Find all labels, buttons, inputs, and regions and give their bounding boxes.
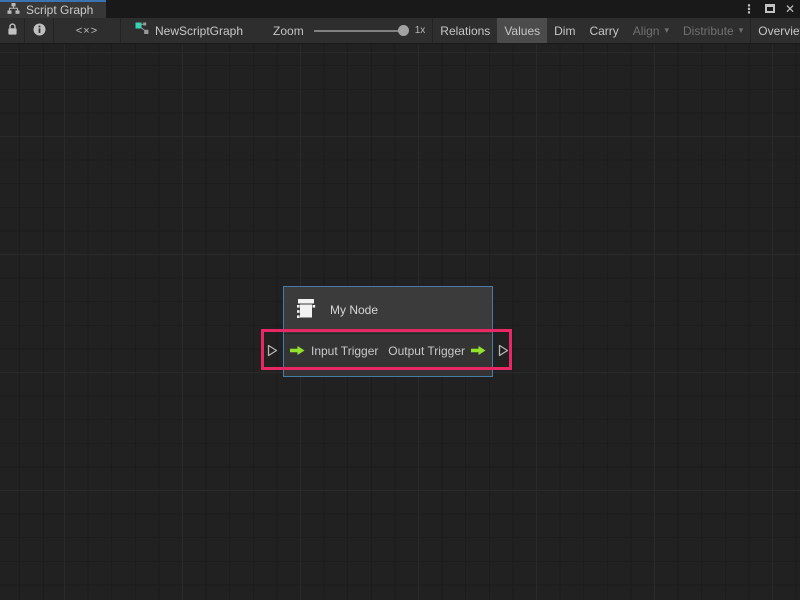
node-my-node[interactable]: My Node Input Trigger Output Trigger bbox=[283, 286, 493, 377]
align-label: Align bbox=[633, 24, 660, 38]
maximize-icon bbox=[765, 4, 775, 13]
zoom-label: Zoom bbox=[273, 24, 304, 38]
more-menu-button[interactable]: ⋮ bbox=[743, 3, 755, 15]
flow-arrow-icon bbox=[471, 345, 486, 356]
node-title: My Node bbox=[330, 303, 378, 317]
values-button[interactable]: Values bbox=[497, 18, 547, 43]
align-dropdown[interactable]: Align ▾ bbox=[626, 18, 676, 43]
code-view-icon: <×> bbox=[76, 25, 98, 37]
zoom-slider[interactable] bbox=[314, 18, 410, 44]
graph-canvas[interactable]: My Node Input Trigger Output Trigger bbox=[0, 44, 800, 600]
toolbar: <×> NewScriptGraph Zoom 1x Relations Val… bbox=[0, 18, 800, 44]
zoom-slider-track bbox=[314, 30, 406, 32]
dim-button[interactable]: Dim bbox=[547, 18, 582, 43]
toolbar-separator bbox=[120, 18, 121, 43]
tab-label: Script Graph bbox=[26, 3, 93, 17]
script-graph-window: Script Graph ⋮ ✕ bbox=[0, 0, 800, 600]
distribute-dropdown[interactable]: Distribute ▾ bbox=[676, 18, 750, 43]
graph-asset-icon bbox=[135, 22, 149, 40]
node-header[interactable]: My Node bbox=[284, 287, 492, 333]
relations-button[interactable]: Relations bbox=[433, 18, 497, 43]
overview-button[interactable]: Overview bbox=[751, 18, 800, 43]
output-trigger-port[interactable]: Output Trigger bbox=[388, 344, 486, 358]
info-icon bbox=[33, 23, 46, 39]
tab-bar: Script Graph ⋮ ✕ bbox=[0, 0, 800, 18]
inspector-button[interactable] bbox=[25, 18, 53, 43]
zoom-value: 1x bbox=[415, 25, 426, 36]
tab-script-graph[interactable]: Script Graph bbox=[0, 0, 106, 18]
lock-button[interactable] bbox=[0, 18, 24, 43]
distribute-label: Distribute bbox=[683, 24, 734, 38]
graph-breadcrumb[interactable]: NewScriptGraph bbox=[135, 18, 243, 43]
output-trigger-label: Output Trigger bbox=[388, 344, 465, 358]
zoom-slider-knob[interactable] bbox=[398, 25, 409, 36]
graph-name-label: NewScriptGraph bbox=[155, 24, 243, 38]
flow-arrow-icon bbox=[290, 345, 305, 356]
output-port-triangle[interactable] bbox=[497, 343, 510, 358]
input-port-triangle[interactable] bbox=[266, 343, 279, 358]
node-port-row: Input Trigger Output Trigger bbox=[284, 334, 492, 367]
input-trigger-port[interactable]: Input Trigger bbox=[290, 344, 378, 358]
close-button[interactable]: ✕ bbox=[785, 3, 795, 15]
node-icon bbox=[293, 295, 319, 326]
carry-button[interactable]: Carry bbox=[582, 18, 625, 43]
hierarchy-icon bbox=[7, 1, 20, 19]
window-controls: ⋮ ✕ bbox=[743, 0, 795, 18]
lock-icon bbox=[7, 23, 18, 39]
chevron-down-icon: ▾ bbox=[664, 25, 669, 36]
code-view-button[interactable]: <×> bbox=[54, 18, 120, 43]
chevron-down-icon: ▾ bbox=[739, 25, 744, 36]
input-trigger-label: Input Trigger bbox=[311, 344, 378, 358]
maximize-button[interactable] bbox=[765, 0, 775, 18]
